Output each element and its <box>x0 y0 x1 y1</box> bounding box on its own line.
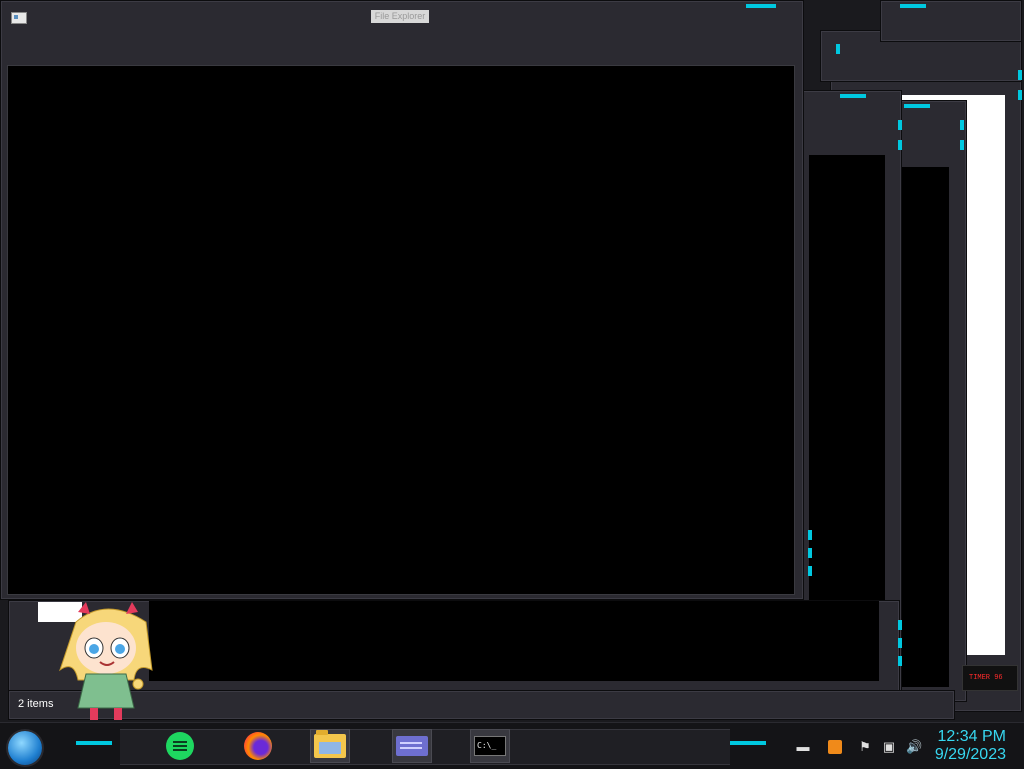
status-items-count: 2 items <box>18 698 54 710</box>
titlebar-accent-stripe <box>746 4 776 8</box>
frame-accent <box>904 104 930 108</box>
spotify-icon <box>166 732 194 760</box>
volume-icon[interactable]: 🔊 <box>906 740 922 754</box>
taskbar-app-firefox[interactable] <box>238 729 278 763</box>
window-title: File Explorer <box>371 10 429 23</box>
frame-accent <box>960 140 964 150</box>
taskbar-app-terminal[interactable]: C:\_ <box>470 729 510 763</box>
character-image <box>59 602 153 720</box>
show-hidden-icons-icon[interactable]: ▬ <box>796 740 810 754</box>
flag-icon[interactable]: ⚑ <box>858 740 872 754</box>
app-card-icon <box>396 736 428 756</box>
folder-icon <box>314 730 346 758</box>
frame-accent <box>898 140 902 150</box>
taskbar-accent-right <box>730 741 766 745</box>
window-content-area <box>149 601 879 681</box>
frame-accent <box>898 120 902 130</box>
taskbar-app-card[interactable] <box>392 729 432 763</box>
start-button[interactable] <box>8 731 42 765</box>
system-clock[interactable]: 12:34 PM 9/29/2023 <box>935 728 1006 764</box>
taskbar-app-spotify[interactable] <box>160 729 200 763</box>
window-system-menu-icon[interactable] <box>11 12 27 24</box>
frame-accent <box>898 620 902 630</box>
taskbar-app-file-explorer[interactable] <box>310 729 350 763</box>
timer-gadget: TIMER 96 <box>962 665 1018 691</box>
frame-accent <box>900 4 926 8</box>
frame-accent <box>836 44 840 54</box>
taskbar-accent-left <box>76 741 112 745</box>
frame-accent <box>960 120 964 130</box>
frame-accent <box>808 530 812 540</box>
frame-accent <box>898 656 902 666</box>
firefox-icon <box>244 732 272 760</box>
file-explorer-content[interactable] <box>7 65 795 595</box>
clock-time: 12:34 PM <box>937 728 1006 745</box>
frame-accent <box>898 638 902 648</box>
frame-accent <box>1018 70 1022 80</box>
frame-accent <box>840 94 866 98</box>
app-tray-orange-icon[interactable] <box>828 740 842 754</box>
file-explorer-window[interactable]: File Explorer <box>0 0 804 600</box>
character-desktop-pet[interactable] <box>56 600 156 722</box>
frame-accent <box>1018 90 1022 100</box>
window-content-area <box>897 167 949 687</box>
terminal-icon: C:\_ <box>474 736 506 756</box>
frame-accent <box>808 566 812 576</box>
network-icon[interactable]: ▣ <box>882 740 896 754</box>
timer-gadget-label: TIMER 96 <box>969 674 1003 682</box>
frame-accent <box>808 548 812 558</box>
clock-date: 9/29/2023 <box>934 746 1006 763</box>
